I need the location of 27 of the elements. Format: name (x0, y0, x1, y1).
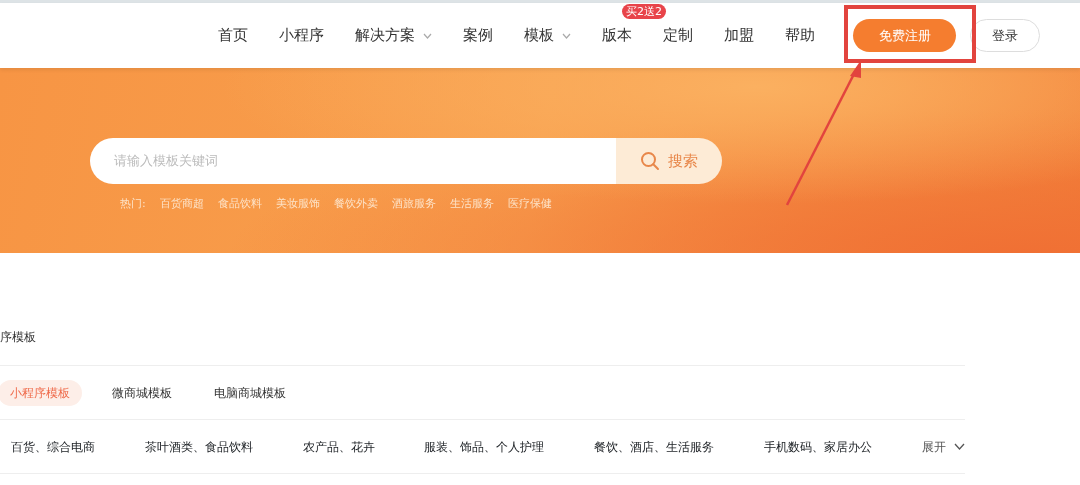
tab[interactable]: 电脑商城模板 (202, 379, 298, 406)
nav-link[interactable]: 解决方案 (355, 24, 432, 47)
nav-link[interactable]: 模板 (524, 24, 571, 47)
nav-link[interactable]: 首页 (218, 24, 248, 47)
login-button[interactable]: 登录 (970, 19, 1040, 52)
search-icon (640, 151, 660, 171)
category-link[interactable]: 服装、饰品、个人护理 (424, 437, 545, 456)
section-title: 序模板 (0, 329, 37, 346)
caret-icon (423, 32, 432, 39)
category-link[interactable]: 农产品、花卉 (302, 437, 375, 456)
nav-link[interactable]: 加盟 (724, 24, 754, 47)
nav-link[interactable]: 帮助 (785, 24, 815, 47)
search-field[interactable]: 请输入模板关键词 (90, 138, 616, 184)
expand-button[interactable]: 展开 (921, 437, 965, 456)
category-link[interactable]: 餐饮、酒店、生活服务 (594, 437, 715, 456)
nav-link[interactable]: 定制 (663, 24, 693, 47)
category-link[interactable]: 手机数码、家居办公 (764, 437, 873, 456)
category-link[interactable]: 茶叶酒类、食品饮料 (144, 437, 253, 456)
tab[interactable]: 微商城模板 (100, 379, 184, 406)
hot-label: 热门: (120, 196, 146, 212)
caret-icon (562, 32, 571, 39)
nav-link[interactable]: 小程序 (279, 24, 324, 47)
nav-link[interactable]: 版本 (602, 24, 632, 47)
promo-badge: 买2送2 (622, 4, 666, 20)
nav-link[interactable]: 案例 (463, 24, 493, 47)
category-link[interactable]: 百货、综合电商 (11, 437, 95, 456)
chevron-down-icon (953, 443, 965, 450)
